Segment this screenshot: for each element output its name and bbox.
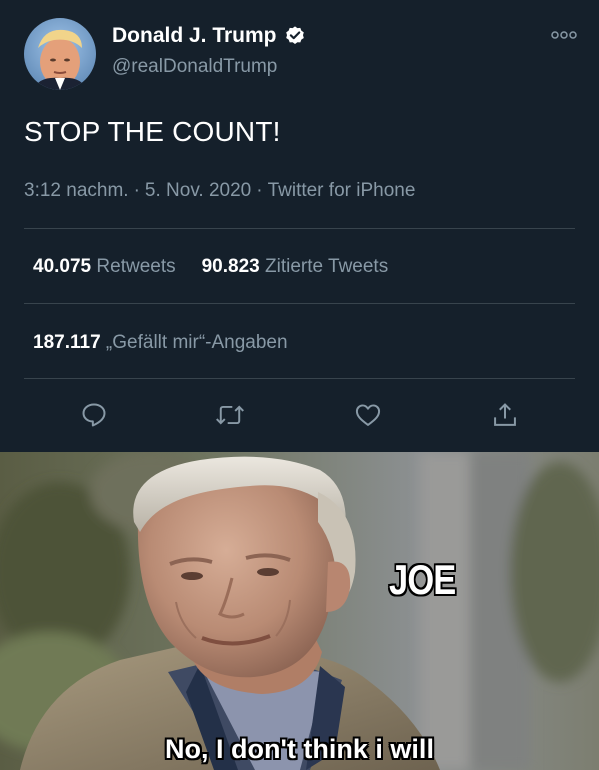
verified-badge-icon	[285, 26, 304, 44]
quotes-stat[interactable]: 90.823 Zitierte Tweets	[202, 256, 389, 277]
meme-label: JOE	[389, 556, 456, 603]
meta-separator: ·	[256, 180, 263, 201]
tweet-source[interactable]: Twitter for iPhone	[268, 180, 416, 201]
divider	[24, 228, 575, 229]
meta-separator: ·	[133, 180, 140, 201]
tweet-text: STOP THE COUNT!	[24, 116, 281, 147]
more-options-icon[interactable]	[550, 28, 578, 42]
reply-icon	[82, 403, 106, 427]
tweet-time[interactable]: 3:12 nachm.	[24, 180, 129, 201]
author-handle[interactable]: @realDonaldTrump	[112, 56, 277, 78]
divider	[24, 378, 575, 379]
engagement-stats-row: 40.075 Retweets 90.823 Zitierte Tweets	[33, 256, 388, 278]
likes-stat[interactable]: 187.117 „Gefällt mir“-Angaben	[33, 332, 288, 353]
avatar-photo	[24, 18, 96, 90]
quotes-label: Zitierte Tweets	[265, 256, 389, 277]
meme-photo	[0, 452, 599, 770]
meme-image	[0, 452, 599, 770]
likes-label: „Gefällt mir“-Angaben	[105, 332, 288, 353]
tweet-date[interactable]: 5. Nov. 2020	[145, 180, 251, 201]
like-icon	[355, 404, 381, 426]
author-name-row: Donald J. Trump	[112, 24, 306, 48]
share-button[interactable]	[488, 398, 522, 432]
retweets-count: 40.075	[33, 256, 92, 277]
like-button[interactable]	[351, 398, 385, 432]
tweet-meta: 3:12 nachm. · 5. Nov. 2020 · Twitter for iPh…	[24, 180, 415, 202]
retweet-button[interactable]	[213, 398, 247, 432]
share-icon	[494, 403, 516, 426]
retweets-label: Retweets	[96, 256, 176, 277]
likes-count: 187.117	[33, 332, 101, 353]
retweets-stat[interactable]: 40.075 Retweets	[33, 256, 176, 277]
tweet-card: Donald J. Trump @realDonaldTrump STOP TH…	[0, 0, 599, 452]
likes-stats-row: 187.117 „Gefällt mir“-Angaben	[33, 332, 288, 354]
quotes-count: 90.823	[201, 256, 260, 277]
author-name[interactable]: Donald J. Trump	[112, 24, 277, 48]
divider	[24, 303, 575, 304]
retweet-icon	[216, 405, 244, 425]
meme-caption: No, I don't think i will	[165, 734, 434, 764]
avatar[interactable]	[24, 18, 96, 90]
reply-button[interactable]	[77, 398, 111, 432]
